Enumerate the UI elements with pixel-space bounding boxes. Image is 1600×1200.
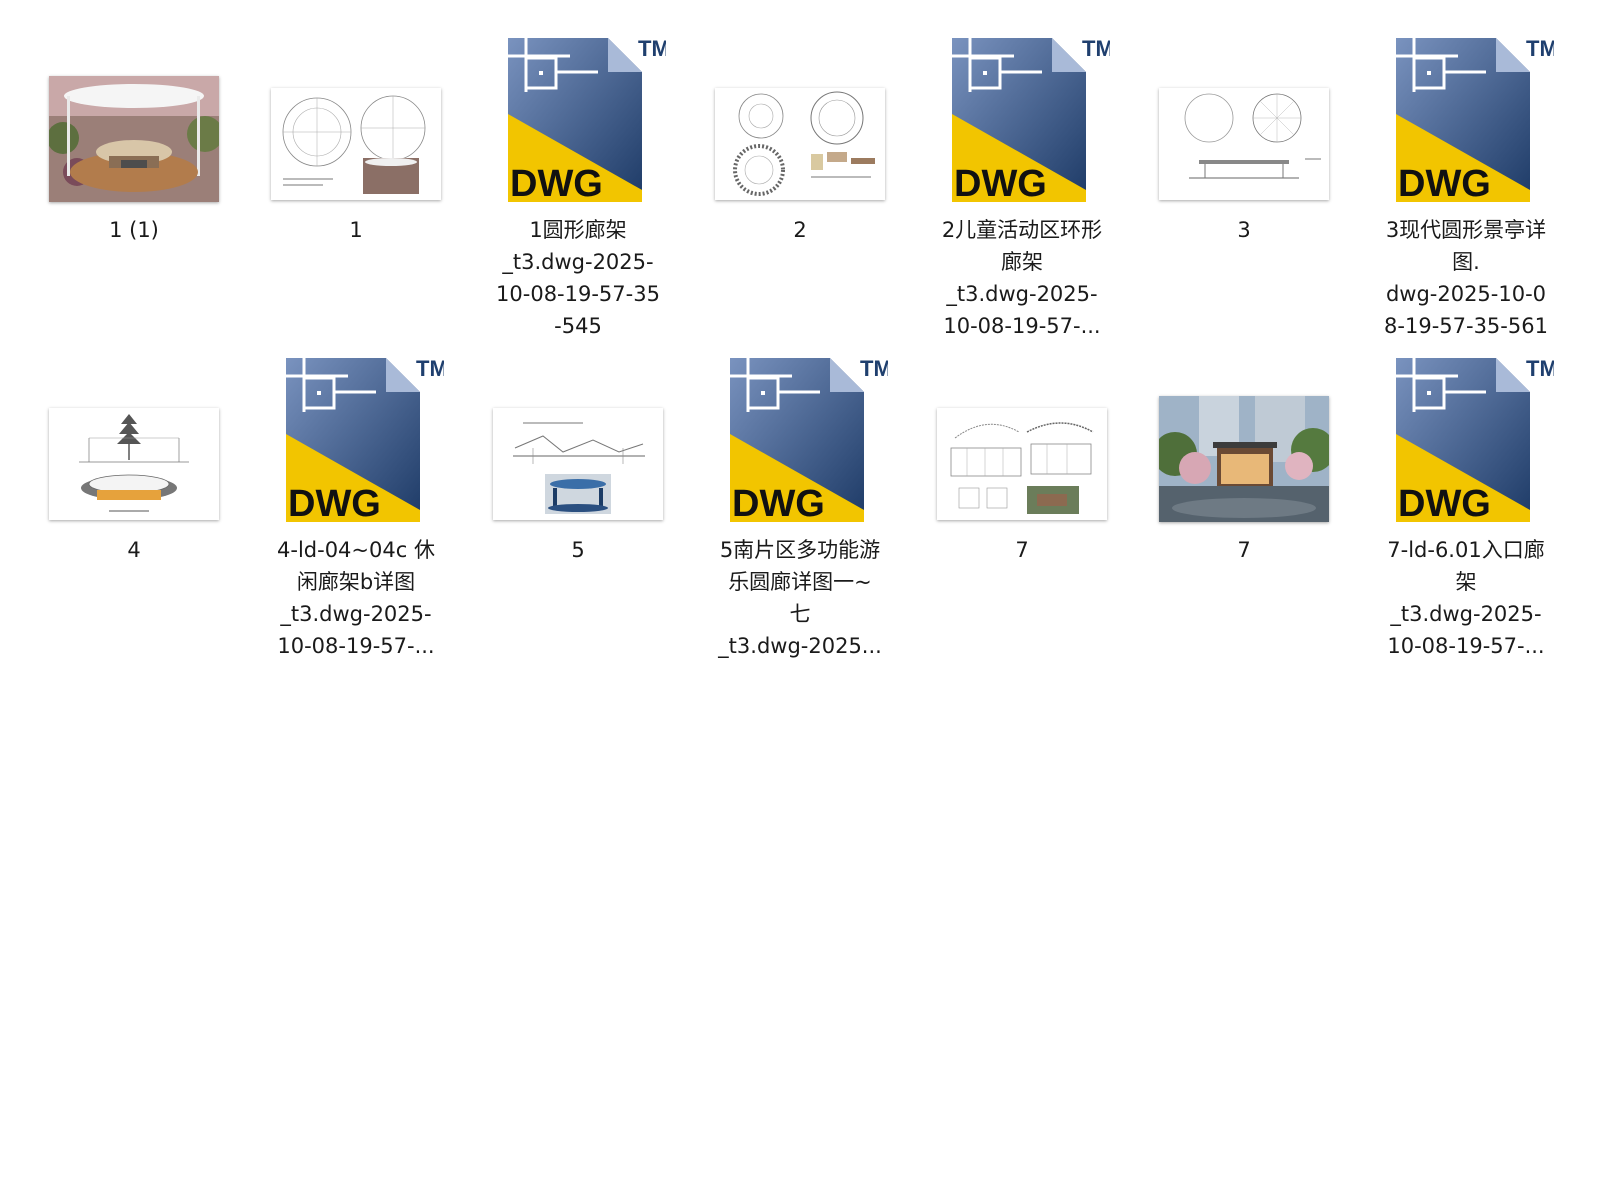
file-name: 5	[571, 538, 585, 562]
file-item[interactable]: 3	[1156, 30, 1332, 344]
dwg-text: DWG	[1398, 163, 1491, 205]
dwg-file-icon: TM DWG	[1396, 36, 1554, 205]
dwg-text: DWG	[1398, 483, 1491, 525]
dwg-file-icon: TM DWG	[508, 36, 666, 205]
file-item[interactable]: 1	[268, 30, 444, 344]
thumbnail-area: TM DWG	[268, 350, 444, 526]
file-item[interactable]: TM DWG 5南片区多功能游 乐圆廊详图一~ 七 _t3.dwg-2025...	[712, 350, 888, 664]
thumbnail-area	[268, 30, 444, 206]
file-explorer-view: 1 (1) 1 TM DWG 1圆形廊架 _t3.dwg-2025- 10-08…	[0, 0, 1600, 1200]
thumbnail-area	[1156, 350, 1332, 526]
file-name: 2	[793, 218, 807, 242]
drawing-thumbnail	[271, 88, 441, 200]
tm-label: TM	[1082, 36, 1110, 61]
file-name: 4-ld-04~04c 休闲廊架b详图 _t3.dwg-2025- 10-08-19…	[277, 538, 435, 658]
file-name: 4	[127, 538, 141, 562]
file-item[interactable]: TM DWG 7-ld-6.01入口廊架 _t3.dwg-2025- 10-08-1…	[1378, 350, 1554, 664]
file-name: 2儿童活动区环形 廊架 _t3.dwg-2025- 10-08-19-57-...	[941, 218, 1103, 338]
dwg-file-icon: TM DWG	[1396, 356, 1554, 525]
dwg-text: DWG	[288, 483, 381, 525]
photo-thumbnail	[49, 76, 219, 202]
file-name: 7	[1015, 538, 1029, 562]
dwg-text: DWG	[954, 163, 1047, 205]
file-item[interactable]: 2	[712, 30, 888, 344]
file-grid: 1 (1) 1 TM DWG 1圆形廊架 _t3.dwg-2025- 10-08…	[46, 30, 1554, 664]
file-name: 1	[349, 218, 363, 242]
dwg-text: DWG	[732, 483, 825, 525]
tm-label: TM	[860, 356, 888, 381]
thumbnail-area: TM DWG	[1378, 350, 1554, 526]
file-name: 7-ld-6.01入口廊架 _t3.dwg-2025- 10-08-19-57-..…	[1387, 538, 1545, 658]
file-item[interactable]: TM DWG 4-ld-04~04c 休闲廊架b详图 _t3.dwg-2025- 1…	[268, 350, 444, 664]
thumbnail-area: TM DWG	[934, 30, 1110, 206]
tm-label: TM	[1526, 356, 1554, 381]
thumbnail-area	[46, 30, 222, 206]
file-item[interactable]: TM DWG 2儿童活动区环形 廊架 _t3.dwg-2025- 10-08-19-5…	[934, 30, 1110, 344]
file-name: 1圆形廊架 _t3.dwg-2025- 10-08-19-57-35 -545	[496, 218, 660, 338]
file-name: 3	[1237, 218, 1251, 242]
file-item[interactable]: 1 (1)	[46, 30, 222, 344]
file-name: 5南片区多功能游 乐圆廊详图一~ 七 _t3.dwg-2025...	[718, 538, 882, 658]
dwg-text: DWG	[510, 163, 603, 205]
tm-label: TM	[638, 36, 666, 61]
file-item[interactable]: TM DWG 3现代圆形景亭详 图. dwg-2025-10-0 8-19-57-35…	[1378, 30, 1554, 344]
drawing-thumbnail	[1159, 88, 1329, 200]
thumbnail-area	[934, 350, 1110, 526]
file-item[interactable]: 4	[46, 350, 222, 664]
drawing-thumbnail	[49, 408, 219, 520]
thumbnail-area: TM DWG	[1378, 30, 1554, 206]
photo-thumbnail	[1159, 396, 1329, 522]
tm-label: TM	[1526, 36, 1554, 61]
file-item[interactable]: TM DWG 1圆形廊架 _t3.dwg-2025- 10-08-19-57-35-…	[490, 30, 666, 344]
file-name: 7	[1237, 538, 1251, 562]
file-item[interactable]: 7	[1156, 350, 1332, 664]
thumbnail-area	[712, 30, 888, 206]
drawing-thumbnail	[493, 408, 663, 520]
thumbnail-area	[46, 350, 222, 526]
file-name: 3现代圆形景亭详 图. dwg-2025-10-0 8-19-57-35-561	[1384, 218, 1548, 338]
thumbnail-area	[1156, 30, 1332, 206]
dwg-file-icon: TM DWG	[286, 356, 444, 525]
thumbnail-area: TM DWG	[712, 350, 888, 526]
dwg-file-icon: TM DWG	[952, 36, 1110, 205]
drawing-thumbnail	[937, 408, 1107, 520]
tm-label: TM	[416, 356, 444, 381]
file-name: 1 (1)	[109, 218, 159, 242]
dwg-file-icon: TM DWG	[730, 356, 888, 525]
thumbnail-area	[490, 350, 666, 526]
file-item[interactable]: 5	[490, 350, 666, 664]
file-item[interactable]: 7	[934, 350, 1110, 664]
thumbnail-area: TM DWG	[490, 30, 666, 206]
drawing-thumbnail	[715, 88, 885, 200]
